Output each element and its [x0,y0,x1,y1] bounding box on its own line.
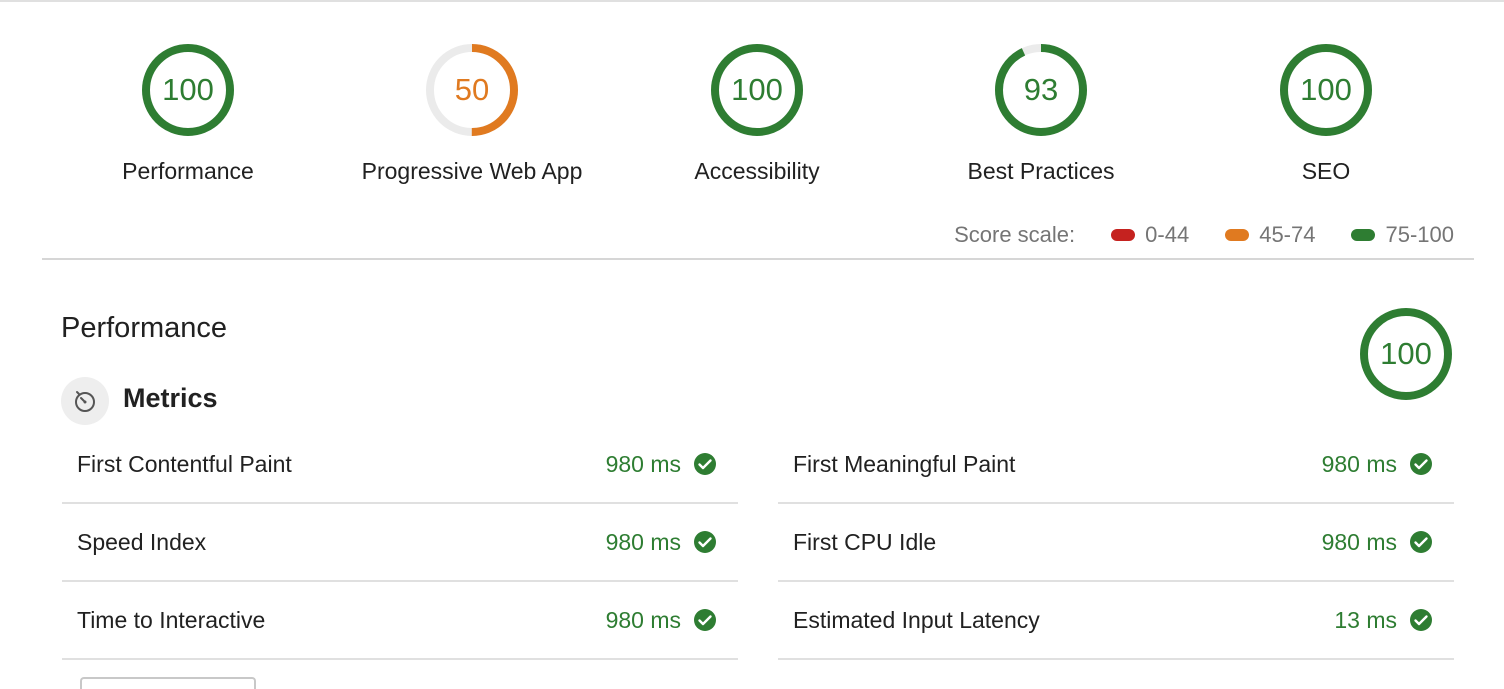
section-score: 100 [1380,336,1432,371]
metric-value: 980 ms [1321,450,1397,477]
metric-value: 980 ms [605,528,681,555]
section-score-gauge: 100 [1358,306,1454,402]
metric-row[interactable]: First Meaningful Paint 980 ms [778,426,1454,504]
scale-range-label: 75-100 [1385,222,1454,247]
metric-name: First CPU Idle [793,528,937,555]
gauge-label: Performance [122,158,254,184]
metric-name: Time to Interactive [77,606,266,633]
gauge-label: SEO [1301,158,1351,184]
gauge-label: Progressive Web App [361,158,583,184]
metric-value: 980 ms [605,606,681,633]
gauge-label: Best Practices [967,158,1115,184]
metric-row[interactable]: Speed Index 980 ms [62,504,738,582]
check-circle-icon [1410,609,1432,631]
scale-item-pass: 75-100 [1351,222,1454,248]
check-circle-icon [694,453,716,475]
score-scale-legend: Score scale: 0-44 45-74 75-100 [954,221,1454,249]
scale-item-fail: 0-44 [1111,222,1189,248]
gauge-performance[interactable]: 100 Performance [73,42,303,185]
timer-icon [61,377,109,425]
metric-row[interactable]: First Contentful Paint 980 ms [62,426,738,504]
metric-value: 13 ms [1334,606,1397,633]
gauge-seo[interactable]: 100 SEO [1211,42,1441,185]
gauge-score: 100 [1300,72,1352,107]
top-border [0,0,1504,2]
view-toggle-button[interactable] [80,677,256,689]
metric-name: First Contentful Paint [77,450,292,477]
gauge-score: 100 [162,72,214,107]
metric-row[interactable]: First CPU Idle 980 ms [778,504,1454,582]
pass-pill-icon [1351,229,1376,241]
metrics-title: Metrics [123,383,218,413]
check-circle-icon [694,609,716,631]
section-title: Performance [61,312,228,344]
scale-range-label: 0-44 [1145,222,1190,247]
scale-item-average: 45-74 [1225,222,1315,248]
gauge-score: 50 [454,72,490,107]
metric-name: First Meaningful Paint [793,450,1016,477]
metric-value: 980 ms [605,450,681,477]
metric-name: Estimated Input Latency [793,606,1040,633]
gauge-score: 93 [1023,72,1059,107]
score-scale-title: Score scale: [954,222,1076,247]
check-circle-icon [1410,531,1432,553]
fail-pill-icon [1111,229,1136,241]
gauge-best-practices[interactable]: 93 Best Practices [926,42,1156,185]
metric-value: 980 ms [1321,528,1397,555]
metrics-column-right: First Meaningful Paint 980 ms First CPU … [778,426,1454,660]
metrics-column-left: First Contentful Paint 980 ms Speed Inde… [62,426,738,660]
gauge-label: Accessibility [694,158,820,184]
metric-row[interactable]: Time to Interactive 980 ms [62,582,738,660]
gauge-pwa[interactable]: 50 Progressive Web App [357,42,587,185]
gauge-accessibility[interactable]: 100 Accessibility [642,42,872,185]
check-circle-icon [694,531,716,553]
gauge-score: 100 [731,72,783,107]
metric-row[interactable]: Estimated Input Latency 13 ms [778,582,1454,660]
average-pill-icon [1225,229,1250,241]
check-circle-icon [1410,453,1432,475]
section-divider [42,258,1474,260]
metric-name: Speed Index [77,528,207,555]
scale-range-label: 45-74 [1259,222,1316,247]
